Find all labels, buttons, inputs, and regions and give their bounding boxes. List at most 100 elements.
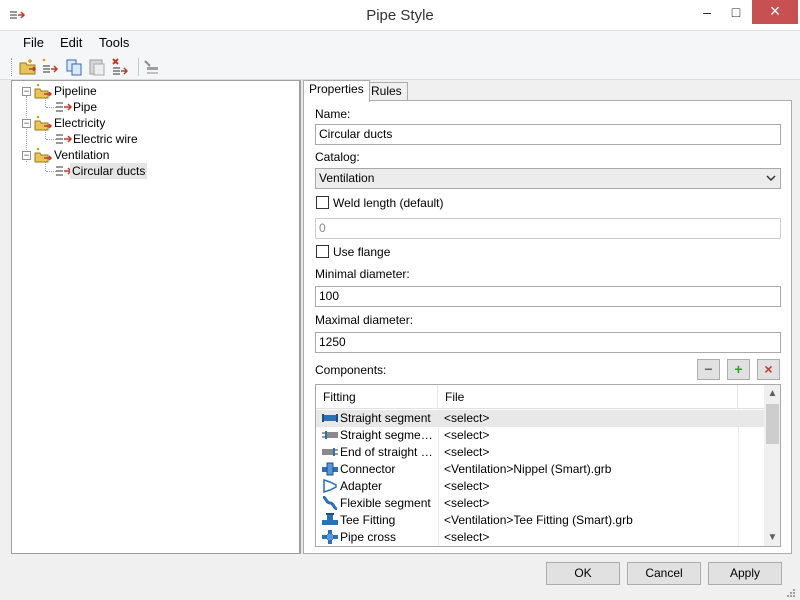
toolbar-grip[interactable] (11, 58, 14, 76)
fitting-cell: Pipe cross (340, 530, 397, 544)
catalog-label: Catalog: (315, 150, 360, 164)
tree-node-circular-ducts[interactable]: Circular ducts (12, 163, 297, 179)
cancel-button[interactable]: Cancel (627, 562, 701, 585)
fitting-cell: Adapter (340, 479, 383, 493)
tree-node-label: Electric wire (73, 132, 138, 146)
tree-node-pipeline[interactable]: − Pipeline (12, 83, 297, 99)
weld-length-checkbox[interactable] (316, 196, 329, 209)
catalog-select[interactable]: Ventilation (315, 168, 781, 189)
weld-length-input[interactable]: 0 (315, 218, 781, 239)
table-row[interactable]: Connector <Ventilation>Nippel (Smart).gr… (316, 461, 764, 478)
apply-button[interactable]: Apply (708, 562, 782, 585)
table-row[interactable]: Pipe cross <select> (316, 529, 764, 546)
ok-button[interactable]: OK (546, 562, 620, 585)
table-row[interactable]: Straight segment ... <select> (316, 427, 764, 444)
max-diameter-input[interactable]: 1250 (315, 332, 781, 353)
table-row[interactable]: End of straight se... <select> (316, 444, 764, 461)
file-cell[interactable]: <select> (444, 445, 489, 459)
grid-header: Fitting File (316, 385, 764, 409)
toolbar-separator (138, 58, 139, 76)
delete-icon[interactable] (110, 57, 130, 77)
file-cell[interactable]: <Ventilation>Tee Fitting (Smart).grb (444, 513, 633, 527)
tree-node-pipe[interactable]: Pipe (12, 99, 297, 115)
fitting-cell: End of straight se... (340, 445, 436, 459)
collapse-icon[interactable]: − (22, 151, 31, 160)
resize-grip-icon[interactable] (786, 588, 796, 598)
connector-icon (322, 462, 338, 476)
scroll-up-button[interactable]: ▲ (764, 385, 780, 402)
file-cell[interactable]: <select> (444, 479, 489, 493)
folder-style-icon (34, 147, 52, 163)
toolbar (0, 54, 800, 80)
properties-icon[interactable] (142, 57, 162, 77)
name-label: Name: (315, 107, 351, 121)
straight-segment-end-icon (322, 431, 338, 439)
file-cell[interactable]: <Ventilation>Nippel (Smart).grb (444, 462, 611, 476)
style-tree[interactable]: − Pipeline Pipe − Electricity Electric w… (11, 80, 300, 554)
min-diameter-input[interactable]: 100 (315, 286, 781, 307)
collapse-component-button[interactable]: − (697, 359, 720, 380)
use-flange-label: Use flange (333, 245, 391, 259)
max-diameter-label: Maximal diameter: (315, 313, 414, 327)
file-cell[interactable]: <select> (444, 530, 489, 544)
copy-icon[interactable] (64, 57, 84, 77)
file-cell[interactable]: <select> (444, 496, 489, 510)
table-row[interactable]: Adapter <select> (316, 478, 764, 495)
remove-component-button[interactable]: × (757, 359, 780, 380)
table-row[interactable]: Tee Fitting <Ventilation>Tee Fitting (Sm… (316, 512, 764, 529)
tab-properties[interactable]: Properties (303, 80, 370, 102)
flexible-segment-icon (322, 496, 338, 510)
tree-node-label-selected: Circular ducts (70, 163, 148, 179)
min-diameter-label: Minimal diameter: (315, 267, 410, 281)
use-flange-checkbox[interactable] (316, 245, 329, 258)
fitting-cell: Connector (340, 462, 396, 476)
column-header-file[interactable]: File (438, 385, 738, 409)
catalog-selected-value: Ventilation (319, 171, 375, 185)
pipe-cross-icon (322, 530, 338, 544)
chevron-down-icon (766, 175, 776, 182)
straight-segment-icon (322, 414, 338, 422)
collapse-icon[interactable]: − (22, 87, 31, 96)
tree-node-electricity[interactable]: − Electricity (12, 115, 297, 131)
new-folder-icon[interactable] (18, 57, 38, 77)
paste-icon[interactable] (87, 57, 107, 77)
menu-tools[interactable]: Tools (99, 35, 129, 50)
collapse-icon[interactable]: − (22, 119, 31, 128)
tab-rules[interactable]: Rules (365, 82, 408, 101)
close-button[interactable]: × (752, 0, 798, 24)
window-title: Pipe Style (366, 7, 434, 24)
tree-node-ventilation[interactable]: − Ventilation (12, 147, 297, 163)
scroll-thumb[interactable] (766, 404, 779, 444)
tree-node-electric-wire[interactable]: Electric wire (12, 131, 297, 147)
file-cell[interactable]: <select> (444, 428, 489, 442)
components-grid[interactable]: Fitting File Straight segment <select> S… (315, 384, 781, 547)
menu-file[interactable]: File (23, 35, 44, 50)
grid-scrollbar[interactable]: ▲ ▼ (764, 385, 780, 546)
scroll-down-button[interactable]: ▼ (764, 529, 780, 546)
components-label: Components: (315, 363, 387, 377)
title-bar: Pipe Style – □ × (0, 0, 800, 31)
fitting-cell: Flexible segment (340, 496, 431, 510)
file-cell[interactable]: <select> (444, 411, 489, 425)
name-input[interactable]: Circular ducts (315, 124, 781, 145)
folder-style-icon (34, 83, 52, 99)
menu-bar: File Edit Tools (0, 31, 800, 54)
new-style-icon[interactable] (40, 57, 60, 77)
tree-node-label: Ventilation (54, 148, 110, 162)
tab-strip: Properties Rules (303, 80, 800, 102)
adapter-icon (323, 479, 337, 493)
table-row[interactable]: Flexible segment <select> (316, 495, 764, 512)
column-header-fitting[interactable]: Fitting (316, 385, 438, 409)
menu-edit[interactable]: Edit (60, 35, 82, 50)
tree-node-label: Pipeline (54, 84, 97, 98)
weld-length-label: Weld length (default) (333, 196, 444, 210)
folder-style-icon (34, 115, 52, 131)
tree-node-label: Electricity (54, 116, 106, 130)
maximize-button[interactable]: □ (719, 0, 753, 24)
table-row[interactable]: Straight segment <select> (316, 410, 764, 427)
fitting-cell: Tee Fitting (340, 513, 396, 527)
tree-node-label: Pipe (73, 100, 98, 114)
tee-fitting-icon (322, 513, 338, 525)
end-straight-segment-icon (322, 448, 338, 456)
add-component-button[interactable]: + (727, 359, 750, 380)
